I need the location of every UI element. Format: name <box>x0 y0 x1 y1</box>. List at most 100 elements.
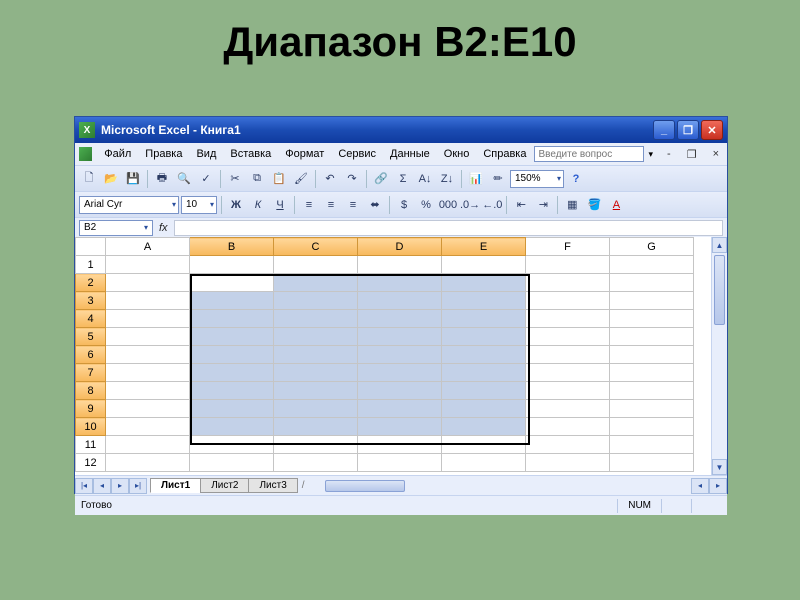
name-box[interactable]: B2▾ <box>79 220 153 236</box>
formula-input[interactable] <box>174 220 723 236</box>
ask-a-question-input[interactable] <box>534 146 644 162</box>
cell-G11[interactable] <box>610 436 694 454</box>
cell-D4[interactable] <box>358 310 442 328</box>
cell-B1[interactable] <box>190 256 274 274</box>
nav-last[interactable]: ▸| <box>129 478 147 494</box>
cell-D8[interactable] <box>358 382 442 400</box>
menu-help[interactable]: Справка <box>477 146 532 162</box>
cell-G10[interactable] <box>610 418 694 436</box>
row-header-1[interactable]: 1 <box>76 256 106 274</box>
row-header-10[interactable]: 10 <box>76 418 106 436</box>
font-dropdown[interactable]: Arial Cyr <box>79 196 179 214</box>
mdi-restore[interactable]: ❐ <box>683 148 701 161</box>
cell-D2[interactable] <box>358 274 442 292</box>
nav-next[interactable]: ▸ <box>111 478 129 494</box>
cell-C8[interactable] <box>274 382 358 400</box>
cell-A7[interactable] <box>106 364 190 382</box>
col-header-B[interactable]: B <box>190 238 274 256</box>
menu-insert[interactable]: Вставка <box>224 146 277 162</box>
cell-F12[interactable] <box>526 454 610 472</box>
open-icon[interactable]: 📂 <box>101 169 121 189</box>
menu-data[interactable]: Данные <box>384 146 436 162</box>
cut-icon[interactable]: ✂ <box>225 169 245 189</box>
cell-B2[interactable] <box>190 274 274 292</box>
cell-C12[interactable] <box>274 454 358 472</box>
cell-G4[interactable] <box>610 310 694 328</box>
maximize-button[interactable]: ❐ <box>677 120 699 140</box>
decrease-decimal-icon[interactable]: ←.0 <box>482 195 502 215</box>
cell-G9[interactable] <box>610 400 694 418</box>
help-icon[interactable]: ? <box>566 169 586 189</box>
cell-G1[interactable] <box>610 256 694 274</box>
cell-A10[interactable] <box>106 418 190 436</box>
decrease-indent-icon[interactable]: ⇤ <box>511 195 531 215</box>
col-header-D[interactable]: D <box>358 238 442 256</box>
sort-desc-icon[interactable]: Z↓ <box>437 169 457 189</box>
scroll-left-icon[interactable]: ◂ <box>691 478 709 494</box>
cell-F7[interactable] <box>526 364 610 382</box>
row-header-11[interactable]: 11 <box>76 436 106 454</box>
sort-asc-icon[interactable]: A↓ <box>415 169 435 189</box>
menu-edit[interactable]: Правка <box>139 146 188 162</box>
row-header-12[interactable]: 12 <box>76 454 106 472</box>
increase-decimal-icon[interactable]: .0→ <box>460 195 480 215</box>
cell-A4[interactable] <box>106 310 190 328</box>
cell-D9[interactable] <box>358 400 442 418</box>
cell-A8[interactable] <box>106 382 190 400</box>
undo-icon[interactable]: ↶ <box>320 169 340 189</box>
cell-B9[interactable] <box>190 400 274 418</box>
close-button[interactable]: ✕ <box>701 120 723 140</box>
row-header-7[interactable]: 7 <box>76 364 106 382</box>
worksheet-grid[interactable]: ABCDEFG123456789101112 ▲ ▼ <box>75 237 727 475</box>
cell-A5[interactable] <box>106 328 190 346</box>
cell-G7[interactable] <box>610 364 694 382</box>
col-header-G[interactable]: G <box>610 238 694 256</box>
cell-E11[interactable] <box>442 436 526 454</box>
row-header-9[interactable]: 9 <box>76 400 106 418</box>
cell-B4[interactable] <box>190 310 274 328</box>
cell-D3[interactable] <box>358 292 442 310</box>
col-header-F[interactable]: F <box>526 238 610 256</box>
cell-D5[interactable] <box>358 328 442 346</box>
cell-A1[interactable] <box>106 256 190 274</box>
format-painter-icon[interactable]: 🖌 <box>291 169 311 189</box>
borders-icon[interactable]: ▦ <box>562 195 582 215</box>
cell-A12[interactable] <box>106 454 190 472</box>
cell-E6[interactable] <box>442 346 526 364</box>
cell-C3[interactable] <box>274 292 358 310</box>
cell-C4[interactable] <box>274 310 358 328</box>
cell-E3[interactable] <box>442 292 526 310</box>
col-header-C[interactable]: C <box>274 238 358 256</box>
cell-D1[interactable] <box>358 256 442 274</box>
scroll-down-icon[interactable]: ▼ <box>712 459 727 475</box>
cell-B7[interactable] <box>190 364 274 382</box>
cell-F4[interactable] <box>526 310 610 328</box>
nav-prev[interactable]: ◂ <box>93 478 111 494</box>
cell-B12[interactable] <box>190 454 274 472</box>
cell-B10[interactable] <box>190 418 274 436</box>
cell-D12[interactable] <box>358 454 442 472</box>
cell-C2[interactable] <box>274 274 358 292</box>
cell-G2[interactable] <box>610 274 694 292</box>
nav-first[interactable]: |◂ <box>75 478 93 494</box>
percent-icon[interactable]: % <box>416 195 436 215</box>
menu-tools[interactable]: Сервис <box>332 146 382 162</box>
row-header-5[interactable]: 5 <box>76 328 106 346</box>
save-icon[interactable]: 💾 <box>123 169 143 189</box>
row-header-2[interactable]: 2 <box>76 274 106 292</box>
cell-E7[interactable] <box>442 364 526 382</box>
cell-C6[interactable] <box>274 346 358 364</box>
print-preview-icon[interactable]: 🔍 <box>174 169 194 189</box>
currency-icon[interactable]: $ <box>394 195 414 215</box>
cell-F8[interactable] <box>526 382 610 400</box>
underline-button[interactable]: Ч <box>270 195 290 215</box>
align-left-icon[interactable]: ≡ <box>299 195 319 215</box>
new-icon[interactable]: 🗋 <box>79 169 99 189</box>
cell-E1[interactable] <box>442 256 526 274</box>
col-header-E[interactable]: E <box>442 238 526 256</box>
chart-icon[interactable]: 📊 <box>466 169 486 189</box>
cell-B11[interactable] <box>190 436 274 454</box>
vertical-scrollbar[interactable]: ▲ ▼ <box>711 237 727 475</box>
fill-color-icon[interactable]: 🪣 <box>584 195 604 215</box>
hyperlink-icon[interactable]: 🔗 <box>371 169 391 189</box>
